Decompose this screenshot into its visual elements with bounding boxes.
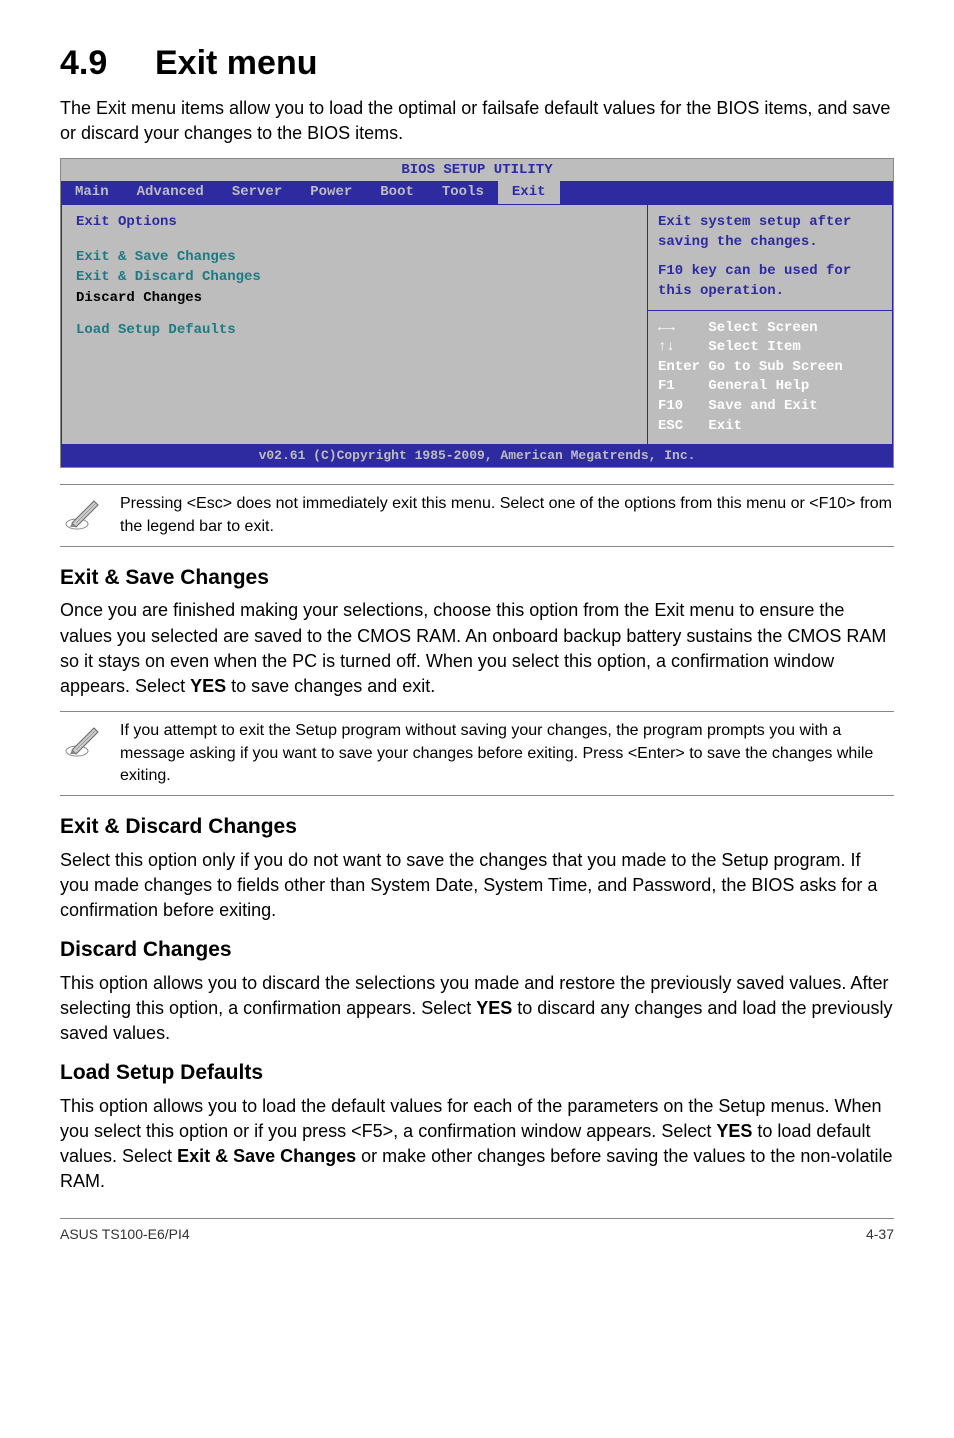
section-number: 4.9 — [60, 40, 155, 88]
section-title: Exit menu — [155, 44, 317, 82]
bios-key-f10: F10 Save and Exit — [658, 397, 882, 417]
bios-title: BIOS SETUP UTILITY — [61, 159, 893, 181]
subheading-exit-discard: Exit & Discard Changes — [60, 812, 894, 841]
paragraph-discard: This option allows you to discard the se… — [60, 971, 894, 1047]
bios-group-title: Exit Options — [76, 213, 633, 233]
bios-opt-exit-save: Exit & Save Changes — [76, 248, 633, 268]
bios-tab-server: Server — [218, 181, 296, 205]
bios-body: Exit Options Exit & Save Changes Exit & … — [61, 204, 893, 445]
subheading-exit-save: Exit & Save Changes — [60, 563, 894, 592]
bios-tab-main: Main — [61, 181, 123, 205]
bios-screenshot: BIOS SETUP UTILITY Main Advanced Server … — [60, 158, 894, 468]
bios-key-updown: ↑↓ Select Item — [658, 338, 882, 358]
note-text-2: If you attempt to exit the Setup program… — [120, 720, 894, 787]
footer-left: ASUS TS100-E6/PI4 — [60, 1225, 190, 1245]
bios-tab-advanced: Advanced — [123, 181, 218, 205]
bios-key-esc: ESC Exit — [658, 417, 882, 437]
bios-keys-pane: ←→ Select Screen ↑↓ Select Item Enter Go… — [648, 311, 892, 445]
pencil-icon — [60, 493, 120, 533]
subheading-discard: Discard Changes — [60, 935, 894, 964]
note-box-1: Pressing <Esc> does not immediately exit… — [60, 484, 894, 547]
bios-help-line1: Exit system setup after saving the chang… — [658, 213, 882, 252]
subheading-load-defaults: Load Setup Defaults — [60, 1058, 894, 1087]
bios-tab-exit: Exit — [498, 181, 560, 205]
bios-left-pane: Exit Options Exit & Save Changes Exit & … — [61, 204, 648, 445]
bios-footer: v02.61 (C)Copyright 1985-2009, American … — [61, 445, 893, 467]
page-heading: 4.9Exit menu — [60, 40, 894, 88]
paragraph-exit-save: Once you are finished making your select… — [60, 598, 894, 699]
pencil-icon — [60, 720, 120, 760]
intro-paragraph: The Exit menu items allow you to load th… — [60, 96, 894, 146]
bios-opt-discard: Discard Changes — [76, 289, 633, 309]
bios-tab-bar: Main Advanced Server Power Boot Tools Ex… — [61, 181, 893, 205]
bios-opt-exit-discard: Exit & Discard Changes — [76, 268, 633, 288]
bios-help-line2: F10 key can be used for this operation. — [658, 262, 882, 301]
bios-tab-tools: Tools — [428, 181, 498, 205]
bios-key-f1: F1 General Help — [658, 377, 882, 397]
bios-key-leftright: ←→ Select Screen — [658, 319, 882, 339]
bios-opt-load-defaults: Load Setup Defaults — [76, 321, 633, 341]
note-box-2: If you attempt to exit the Setup program… — [60, 711, 894, 796]
bios-tab-boot: Boot — [366, 181, 428, 205]
bios-tab-power: Power — [296, 181, 366, 205]
bios-key-enter: Enter Go to Sub Screen — [658, 358, 882, 378]
bios-right-pane: Exit system setup after saving the chang… — [648, 204, 893, 445]
page-footer: ASUS TS100-E6/PI4 4-37 — [60, 1218, 894, 1245]
paragraph-load-defaults: This option allows you to load the defau… — [60, 1094, 894, 1195]
note-text-1: Pressing <Esc> does not immediately exit… — [120, 493, 894, 538]
footer-right: 4-37 — [866, 1225, 894, 1245]
bios-help-pane: Exit system setup after saving the chang… — [648, 205, 892, 310]
paragraph-exit-discard: Select this option only if you do not wa… — [60, 848, 894, 924]
